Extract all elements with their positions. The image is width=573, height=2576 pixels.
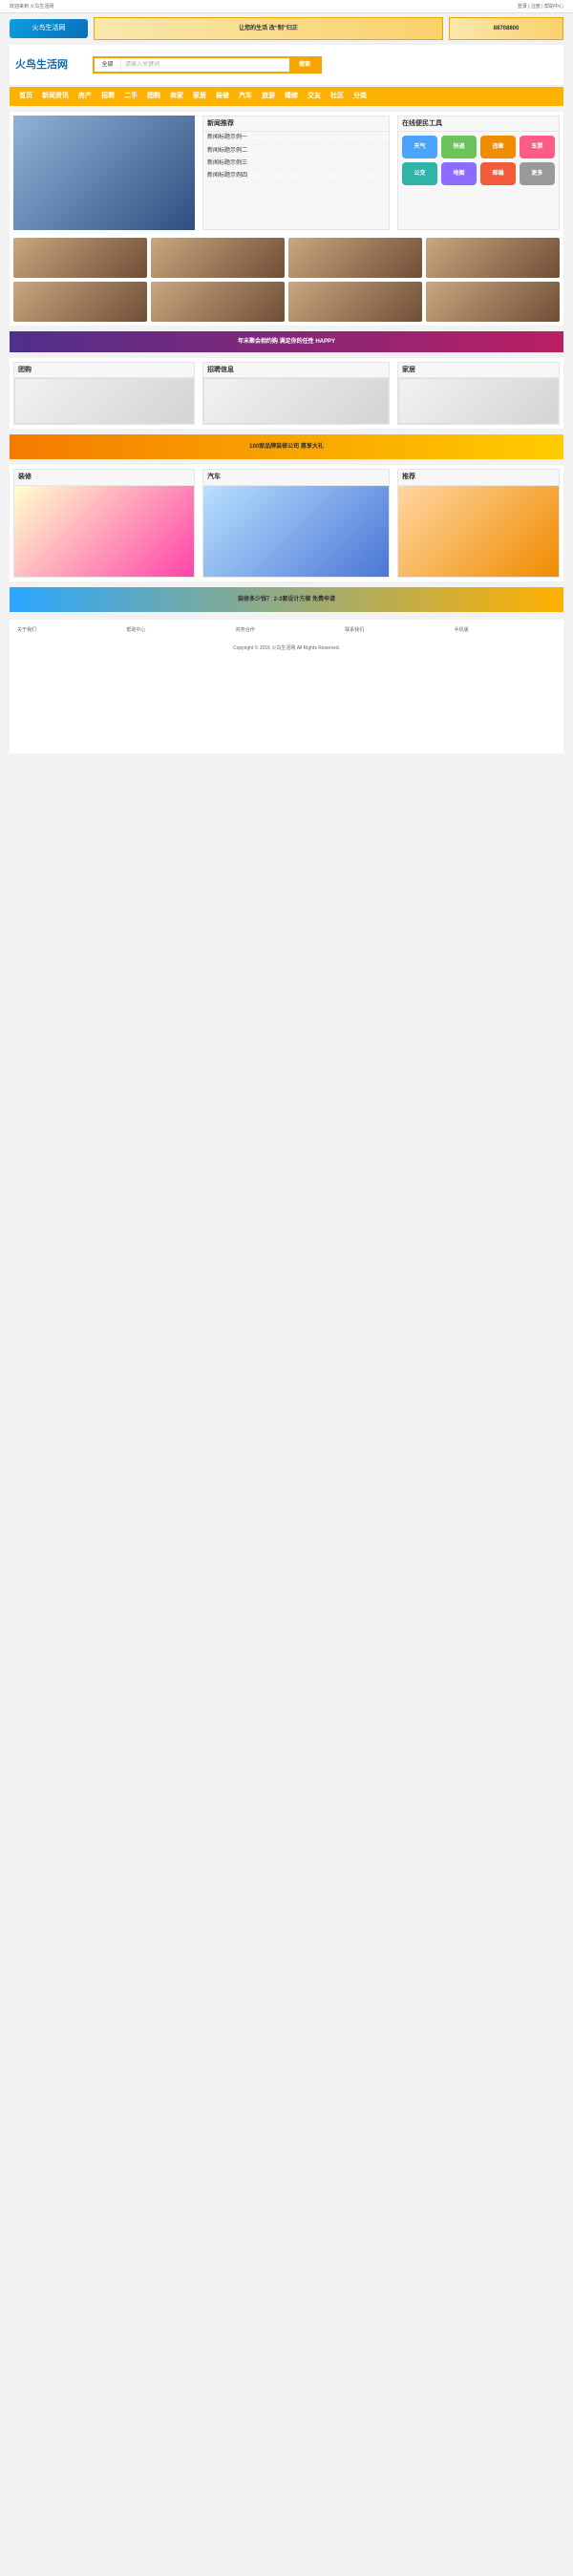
search-button[interactable]: 搜索 — [289, 58, 320, 72]
footer-col: 联系我们 — [345, 626, 365, 633]
nav-item[interactable]: 交友 — [308, 92, 321, 100]
weather-icon[interactable]: 天气 — [402, 136, 437, 159]
postcode-icon[interactable]: 邮编 — [480, 162, 516, 186]
bottom-ad[interactable]: 装修多少钱？ 2-3套设计方案 免费申请 — [10, 586, 563, 612]
news-title: 新闻推荐 — [203, 116, 389, 133]
jobs-title: 招聘信息 — [203, 363, 389, 379]
home-title: 家居 — [398, 363, 559, 379]
nav-item[interactable]: 团购 — [147, 92, 160, 100]
nav-item[interactable]: 商家 — [170, 92, 183, 100]
top-banner: 火鸟生活网 让您的生活 改“制”归正 88708800 — [10, 16, 563, 41]
extra-panel: 推荐 — [397, 469, 560, 578]
ticket-icon[interactable]: 车票 — [520, 136, 555, 159]
home-image[interactable] — [398, 378, 559, 425]
nav-item[interactable]: 装修 — [216, 92, 229, 100]
news-item[interactable]: 新闻标题示例二 — [203, 145, 389, 158]
nav-item[interactable]: 家居 — [193, 92, 206, 100]
car-panel: 汽车 — [202, 469, 390, 578]
nav-item[interactable]: 房产 — [78, 92, 92, 100]
promo-strip[interactable]: 年末聚会相约购 满足你的任性 HAPPY — [10, 331, 563, 352]
top-right-links[interactable]: 登录 | 注册 | 帮助中心 — [518, 4, 563, 11]
footer-col: 关于我们 — [17, 626, 37, 633]
nav-item[interactable]: 新闻资讯 — [42, 92, 69, 100]
photo-thumb[interactable] — [426, 238, 560, 278]
news-item[interactable]: 新闻标题示例四 — [203, 170, 389, 182]
hero-image[interactable] — [13, 116, 195, 230]
site-header: 火鸟生活网 全部 请输入关键词 搜索 — [10, 45, 563, 85]
search-input[interactable]: 请输入关键词 — [121, 61, 289, 69]
nav-item[interactable]: 招聘 — [101, 92, 115, 100]
photo-thumb[interactable] — [288, 238, 422, 278]
deal-image[interactable] — [14, 378, 194, 425]
copyright: Copyright © 2016 火鸟生活网 All Rights Reserv… — [232, 644, 341, 651]
photo-thumb[interactable] — [151, 282, 285, 322]
express-icon[interactable]: 快递 — [441, 136, 477, 159]
promo-banner[interactable]: 让您的生活 改“制”归正 — [94, 17, 443, 40]
photo-thumb[interactable] — [288, 282, 422, 322]
photo-thumb[interactable] — [13, 282, 147, 322]
search-scope[interactable]: 全部 — [95, 58, 121, 72]
photo-thumb[interactable] — [13, 238, 147, 278]
footer-col: 手机版 — [454, 626, 469, 633]
nav-item[interactable]: 婚嫁 — [285, 92, 298, 100]
search-bar[interactable]: 全部 请输入关键词 搜索 — [93, 56, 322, 74]
tools-panel: 在线便民工具 天气 快递 违章 车票 公交 地图 邮编 更多 — [397, 116, 560, 230]
content-section-1: 新闻推荐 新闻标题示例一 新闻标题示例二 新闻标题示例三 新闻标题示例四 在线便… — [10, 112, 563, 326]
main-nav: 首页 新闻资讯 房产 招聘 二手 团购 商家 家居 装修 汽车 旅游 婚嫁 交友… — [10, 87, 563, 106]
photo-thumb[interactable] — [426, 282, 560, 322]
nav-item[interactable]: 二手 — [124, 92, 138, 100]
top-left-text: 欢迎来到 火鸟生活网 — [10, 4, 54, 10]
extra-image[interactable] — [398, 485, 559, 577]
nav-item[interactable]: 分类 — [353, 92, 367, 100]
car-title: 汽车 — [203, 470, 389, 486]
photo-thumb[interactable] — [151, 238, 285, 278]
news-panel: 新闻推荐 新闻标题示例一 新闻标题示例二 新闻标题示例三 新闻标题示例四 — [202, 116, 390, 230]
news-item[interactable]: 新闻标题示例三 — [203, 158, 389, 170]
top-bar: 欢迎来到 火鸟生活网 登录 | 注册 | 帮助中心 — [0, 0, 573, 13]
brand-logo[interactable]: 火鸟生活网 — [10, 19, 88, 38]
deal-panel: 团购 — [13, 362, 195, 426]
decor-title: 装修 — [14, 470, 194, 486]
site-title[interactable]: 火鸟生活网 — [15, 58, 68, 73]
news-item[interactable]: 新闻标题示例一 — [203, 132, 389, 145]
decor-panel: 装修 — [13, 469, 195, 578]
car-image[interactable] — [203, 485, 389, 577]
home-panel: 家居 — [397, 362, 560, 426]
nav-item[interactable]: 首页 — [19, 92, 32, 100]
more-icon[interactable]: 更多 — [520, 162, 555, 186]
violation-icon[interactable]: 违章 — [480, 136, 516, 159]
nav-item[interactable]: 社区 — [330, 92, 344, 100]
hotline: 88708800 — [449, 17, 563, 40]
mid-ad[interactable]: 100家品牌装修公司 惠享大礼 — [10, 434, 563, 460]
deal-title: 团购 — [14, 363, 194, 379]
nav-item[interactable]: 汽车 — [239, 92, 252, 100]
footer-col: 商务合作 — [235, 626, 255, 633]
decor-section: 装修 汽车 推荐 — [10, 465, 563, 581]
bus-icon[interactable]: 公交 — [402, 162, 437, 186]
jobs-image[interactable] — [203, 378, 389, 425]
footer-col: 帮助中心 — [126, 626, 146, 633]
tools-title: 在线便民工具 — [398, 116, 559, 133]
footer: 关于我们 帮助中心 商务合作 联系我们 手机版 Copyright © 2016… — [10, 619, 563, 753]
nav-item[interactable]: 旅游 — [262, 92, 275, 100]
extra-title: 推荐 — [398, 470, 559, 486]
photo-grid — [10, 234, 563, 326]
deal-section: 团购 招聘信息 家居 — [10, 358, 563, 430]
jobs-panel: 招聘信息 — [202, 362, 390, 426]
decor-image[interactable] — [14, 485, 194, 577]
map-icon[interactable]: 地图 — [441, 162, 477, 186]
